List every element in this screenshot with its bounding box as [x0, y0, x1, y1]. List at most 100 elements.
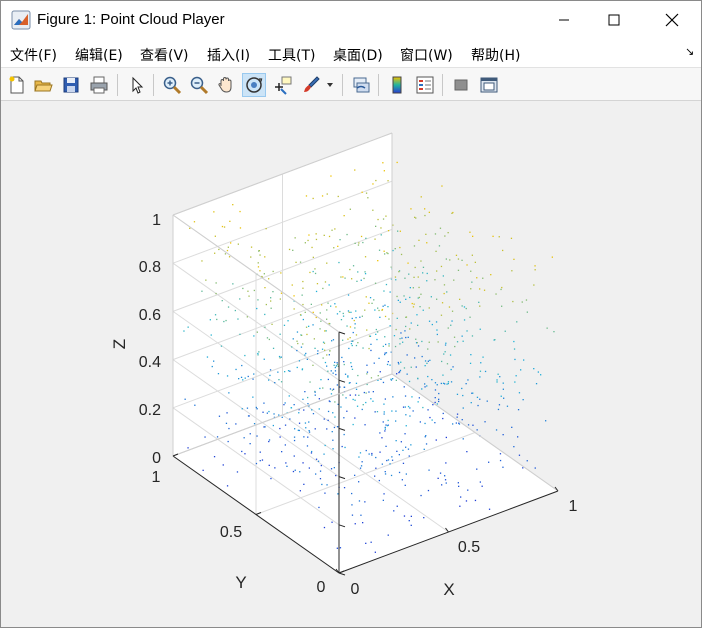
data-point	[327, 302, 329, 304]
data-point	[320, 320, 322, 322]
data-point	[335, 474, 337, 477]
data-point	[383, 290, 385, 292]
data-point	[384, 428, 386, 430]
hide-plot-tools-button[interactable]	[449, 73, 473, 97]
insert-colorbar-button[interactable]	[385, 73, 409, 97]
data-point	[465, 307, 467, 310]
brush-button[interactable]	[299, 73, 323, 97]
data-point	[364, 273, 367, 275]
menu-window[interactable]: 窗口(W)	[400, 45, 453, 65]
data-point	[405, 414, 407, 416]
pan-button[interactable]	[214, 73, 238, 97]
data-point	[299, 490, 301, 492]
maximize-button[interactable]	[591, 1, 637, 39]
menu-help[interactable]: 帮助(H)	[471, 45, 520, 65]
open-file-button[interactable]	[31, 73, 55, 97]
menu-insert[interactable]: 插入(I)	[207, 45, 250, 65]
data-point	[331, 340, 333, 342]
data-point	[387, 459, 390, 461]
data-point	[428, 341, 430, 343]
data-point	[250, 246, 253, 248]
data-point	[333, 364, 335, 366]
data-point	[249, 443, 251, 445]
data-point	[451, 320, 453, 322]
minimize-button[interactable]	[541, 1, 587, 39]
data-point	[442, 417, 444, 420]
data-point	[378, 309, 380, 312]
edit-plot-button[interactable]	[125, 73, 149, 97]
insert-legend-button[interactable]	[413, 73, 437, 97]
data-point	[413, 245, 416, 247]
data-point	[232, 204, 234, 206]
menu-bar: 文件(F) 编辑(E) 查看(V) 插入(I) 工具(T) 桌面(D) 窗口(W…	[1, 39, 701, 67]
data-point	[442, 275, 444, 277]
data-point	[297, 342, 299, 345]
data-point	[362, 347, 364, 349]
data-point	[471, 254, 473, 256]
data-point	[450, 324, 452, 326]
title-bar[interactable]: Figure 1: Point Cloud Player	[1, 1, 701, 39]
data-point	[479, 305, 481, 307]
data-point	[479, 481, 481, 483]
data-point	[383, 170, 385, 172]
data-point	[333, 247, 335, 249]
data-point	[351, 344, 353, 347]
show-plot-tools-button[interactable]	[477, 73, 501, 97]
rotate-3d-button[interactable]	[242, 73, 266, 97]
data-point	[351, 340, 353, 342]
data-point	[479, 398, 481, 400]
data-point	[365, 449, 367, 452]
print-figure-button[interactable]	[87, 73, 111, 97]
data-point	[355, 334, 358, 336]
zoom-out-button[interactable]	[187, 73, 211, 97]
data-point	[335, 365, 337, 367]
data-point	[413, 303, 415, 305]
show-tools-icon	[480, 77, 498, 93]
menu-edit[interactable]: 编辑(E)	[75, 45, 123, 65]
data-point	[469, 362, 472, 364]
data-point	[441, 302, 444, 304]
y-axis-label: Y	[235, 573, 246, 592]
data-point	[389, 325, 391, 327]
data-point	[329, 388, 332, 390]
link-plot-button[interactable]	[349, 73, 373, 97]
menu-desktop[interactable]: 桌面(D)	[333, 45, 383, 65]
data-point	[502, 388, 504, 390]
menu-tools[interactable]: 工具(T)	[268, 45, 315, 65]
corner-arrow-icon[interactable]: ↘	[685, 45, 694, 58]
data-point	[355, 382, 358, 384]
menu-view[interactable]: 查看(V)	[140, 45, 189, 65]
data-point	[469, 316, 471, 318]
brush-dropdown-button[interactable]	[323, 73, 337, 97]
save-figure-button[interactable]	[59, 73, 83, 97]
data-point	[511, 426, 513, 428]
data-point	[502, 434, 504, 436]
zoom-in-button[interactable]	[160, 73, 184, 97]
menu-file[interactable]: 文件(F)	[10, 45, 57, 65]
data-point	[434, 397, 436, 399]
data-point	[406, 354, 408, 356]
data-point	[321, 195, 324, 197]
data-cursor-button[interactable]	[271, 73, 295, 97]
data-point	[364, 501, 366, 503]
data-point	[239, 227, 242, 229]
close-button[interactable]	[649, 1, 695, 39]
data-point	[268, 440, 270, 443]
data-point	[331, 521, 333, 523]
data-point	[330, 393, 333, 395]
data-point	[354, 474, 356, 476]
data-point	[332, 339, 335, 341]
data-point	[391, 456, 393, 458]
data-point	[428, 307, 430, 309]
new-figure-button[interactable]	[5, 73, 29, 97]
data-point	[383, 411, 385, 413]
axes-3d[interactable]: 0 0.5 1 0 0.5 1 0 0.2 0.4 0.6 0.8 1 X Y …	[1, 101, 701, 627]
data-point	[189, 227, 191, 229]
data-point	[347, 338, 349, 340]
data-point	[333, 467, 335, 469]
figure-canvas[interactable]: 0 0.5 1 0 0.5 1 0 0.2 0.4 0.6 0.8 1 X Y …	[1, 101, 701, 627]
data-point	[347, 310, 350, 312]
data-point	[213, 211, 215, 213]
data-point	[253, 289, 255, 292]
data-point	[229, 220, 231, 222]
